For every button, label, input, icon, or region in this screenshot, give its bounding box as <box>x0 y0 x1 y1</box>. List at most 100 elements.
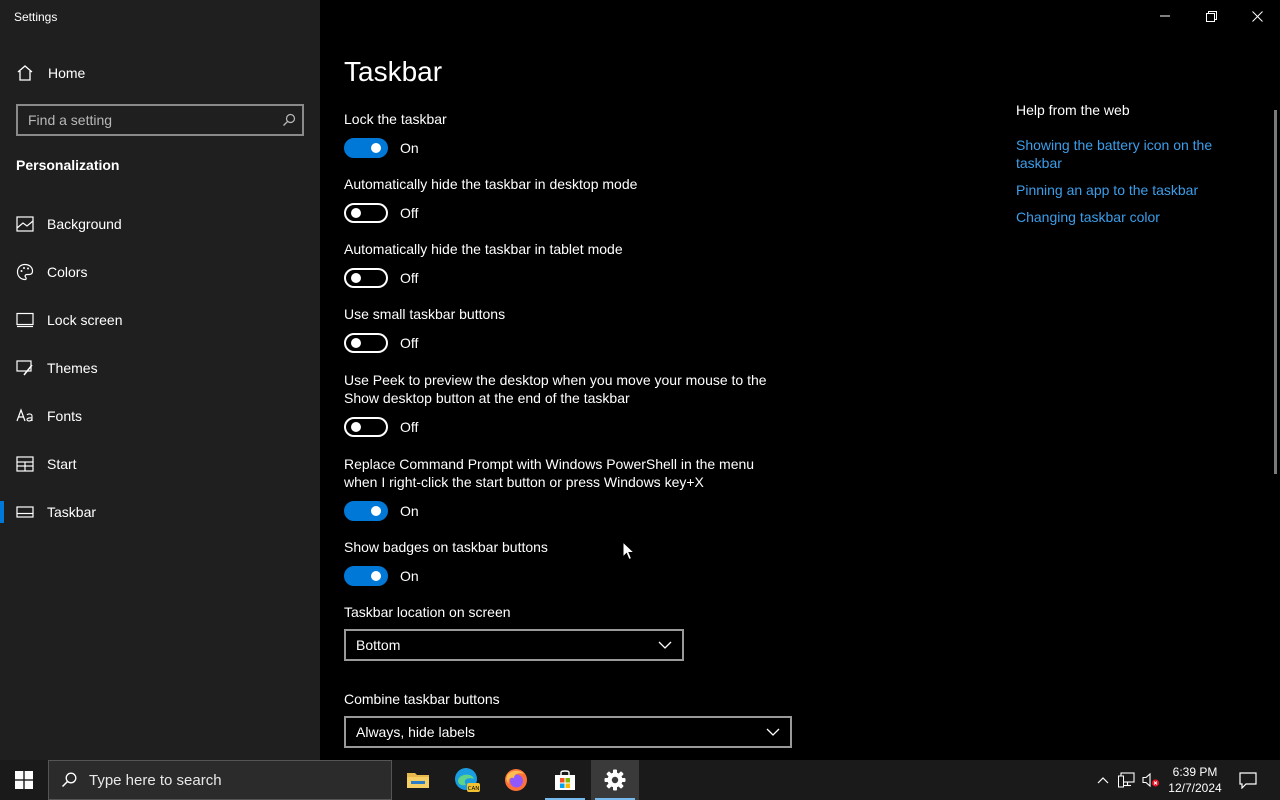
toggle-state-text: On <box>400 568 419 584</box>
home-icon <box>17 65 33 81</box>
toggle-state-text: Off <box>400 335 419 351</box>
sidebar-item-fonts[interactable]: Fonts <box>0 392 320 440</box>
section-title: Personalization <box>16 157 120 173</box>
sidebar-item-lock-screen[interactable]: Lock screen <box>0 296 320 344</box>
setting-combine: Combine taskbar buttons <box>344 690 784 708</box>
taskbar-app-microsoft-store[interactable] <box>541 760 589 800</box>
taskbar-icon <box>16 503 34 521</box>
sidebar: Settings Home Personalization Background… <box>0 0 320 760</box>
setting-small-buttons: Use small taskbar buttons Off <box>344 305 784 353</box>
start-button[interactable] <box>0 760 48 800</box>
network-icon <box>1118 772 1135 788</box>
action-center-button[interactable] <box>1230 760 1266 800</box>
chevron-down-icon <box>658 641 672 649</box>
search-icon[interactable] <box>276 107 302 133</box>
lock-screen-icon <box>16 311 34 329</box>
show-hidden-icons-button[interactable] <box>1092 760 1114 800</box>
network-tray-button[interactable] <box>1116 760 1138 800</box>
setting-peek: Use Peek to preview the desktop when you… <box>344 371 784 437</box>
page-title: Taskbar <box>344 56 443 87</box>
windows-logo-icon <box>15 771 33 789</box>
home-nav-item[interactable]: Home <box>16 62 85 84</box>
setting-label: Lock the taskbar <box>344 111 447 127</box>
sidebar-item-label: Start <box>47 456 77 472</box>
setting-label: Automatically hide the taskbar in tablet… <box>344 241 623 257</box>
badges-toggle[interactable] <box>344 566 388 586</box>
taskbar-search-placeholder: Type here to search <box>89 771 222 789</box>
sidebar-item-background[interactable]: Background <box>0 200 320 248</box>
setting-location: Taskbar location on screen <box>344 603 784 621</box>
sidebar-item-colors[interactable]: Colors <box>0 248 320 296</box>
setting-powershell: Replace Command Prompt with Windows Powe… <box>344 455 784 521</box>
setting-label: Show badges on taskbar buttons <box>344 539 548 555</box>
sidebar-item-taskbar[interactable]: Taskbar <box>0 488 320 536</box>
setting-label: Use small taskbar buttons <box>344 306 506 322</box>
firefox-icon <box>505 769 527 791</box>
peek-toggle[interactable] <box>344 417 388 437</box>
mouse-cursor-icon <box>622 541 636 561</box>
minimize-button[interactable] <box>1142 0 1188 32</box>
clock-date: 12/7/2024 <box>1168 781 1222 795</box>
help-link-battery-icon[interactable]: Showing the battery icon on the taskbar <box>1016 136 1236 172</box>
restore-icon <box>1205 10 1217 22</box>
help-link-pinning-app[interactable]: Pinning an app to the taskbar <box>1016 181 1236 199</box>
toggle-state-text: On <box>400 140 419 156</box>
font-icon <box>16 407 34 425</box>
lock-taskbar-toggle[interactable] <box>344 138 388 158</box>
sidebar-item-label: Lock screen <box>47 312 123 328</box>
help-link-taskbar-color[interactable]: Changing taskbar color <box>1016 208 1236 226</box>
taskbar-location-dropdown[interactable]: Bottom <box>344 629 684 661</box>
sidebar-item-themes[interactable]: Themes <box>0 344 320 392</box>
help-panel: Help from the web Showing the battery ic… <box>1016 102 1236 235</box>
dropdown-value: Always, hide labels <box>356 724 476 740</box>
setting-label: Combine taskbar buttons <box>344 691 500 707</box>
restore-button[interactable] <box>1188 0 1234 32</box>
edge-canary-icon: CAN <box>455 768 480 792</box>
taskbar-app-file-explorer[interactable] <box>394 760 442 800</box>
setting-label: Use Peek to preview the desktop when you… <box>344 372 767 406</box>
taskbar-app-settings[interactable] <box>591 760 639 800</box>
combine-buttons-dropdown[interactable]: Always, hide labels <box>344 716 792 748</box>
volume-tray-button[interactable] <box>1140 760 1162 800</box>
sidebar-item-label: Themes <box>47 360 98 376</box>
start-tiles-icon <box>16 455 34 473</box>
setting-autohide-desktop: Automatically hide the taskbar in deskto… <box>344 175 784 223</box>
dropdown-value: Bottom <box>356 637 401 653</box>
window-caption-buttons <box>1142 0 1280 32</box>
clock-time: 6:39 PM <box>1172 765 1218 779</box>
autohide-tablet-toggle[interactable] <box>344 268 388 288</box>
volume-muted-icon <box>1142 772 1160 788</box>
close-icon <box>1251 10 1263 22</box>
taskbar-app-firefox[interactable] <box>492 760 540 800</box>
search-icon <box>49 772 89 788</box>
taskbar-search-box[interactable]: Type here to search <box>48 760 392 800</box>
toggle-state-text: Off <box>400 419 419 435</box>
close-button[interactable] <box>1234 0 1280 32</box>
windows-taskbar: Type here to search CAN 6:39 PM 12/7/202… <box>0 760 1280 800</box>
powershell-toggle[interactable] <box>344 501 388 521</box>
sidebar-item-label: Background <box>47 216 122 232</box>
toggle-state-text: Off <box>400 205 419 221</box>
file-explorer-icon <box>407 773 429 788</box>
scrollbar[interactable] <box>1274 110 1277 474</box>
autohide-desktop-toggle[interactable] <box>344 203 388 223</box>
setting-autohide-tablet: Automatically hide the taskbar in tablet… <box>344 240 784 288</box>
sidebar-item-start[interactable]: Start <box>0 440 320 488</box>
setting-lock-taskbar: Lock the taskbar On <box>344 110 784 158</box>
svg-text:CAN: CAN <box>468 786 480 792</box>
taskbar-clock[interactable]: 6:39 PM 12/7/2024 <box>1166 764 1224 796</box>
notification-icon <box>1239 771 1257 789</box>
setting-label: Automatically hide the taskbar in deskto… <box>344 176 638 192</box>
help-title: Help from the web <box>1016 102 1130 118</box>
small-buttons-toggle[interactable] <box>344 333 388 353</box>
sidebar-item-label: Colors <box>47 264 88 280</box>
find-setting-input[interactable] <box>18 112 276 128</box>
palette-icon <box>16 263 34 281</box>
microsoft-store-icon <box>555 770 575 790</box>
taskbar-app-edge-canary[interactable]: CAN <box>443 760 491 800</box>
setting-label: Taskbar location on screen <box>344 604 511 620</box>
sidebar-item-label: Taskbar <box>47 504 97 520</box>
toggle-state-text: On <box>400 503 419 519</box>
find-setting-search[interactable] <box>16 104 304 136</box>
toggle-state-text: Off <box>400 270 419 286</box>
